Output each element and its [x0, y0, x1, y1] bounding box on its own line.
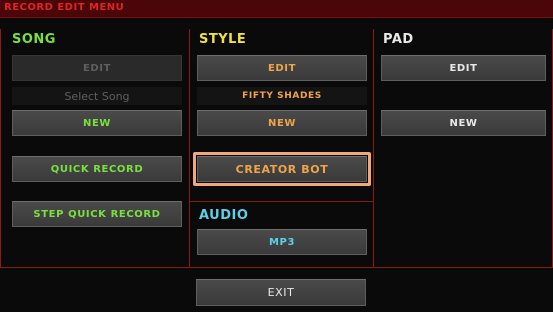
exit-button[interactable]: EXIT	[196, 279, 366, 306]
song-select-field[interactable]: Select Song	[12, 87, 182, 105]
style-edit-button[interactable]: EDIT	[197, 55, 367, 81]
frame-left	[0, 29, 1, 268]
creator-bot-button[interactable]: CREATOR BOT	[197, 156, 367, 182]
audio-header: AUDIO	[199, 208, 249, 223]
pad-header: PAD	[383, 32, 414, 47]
song-header: SONG	[12, 32, 56, 47]
mp3-button[interactable]: MP3	[197, 229, 367, 255]
pad-new-button[interactable]: NEW	[381, 110, 546, 136]
song-edit-button[interactable]: EDIT	[12, 55, 182, 81]
pad-edit-button[interactable]: EDIT	[381, 55, 546, 81]
quick-record-button[interactable]: QUICK RECORD	[12, 156, 182, 182]
bottom-divider	[0, 267, 553, 268]
style-header: STYLE	[199, 32, 247, 47]
window-title: RECORD EDIT MENU	[4, 2, 125, 13]
step-quick-record-button[interactable]: STEP QUICK RECORD	[12, 201, 182, 227]
title-bar: RECORD EDIT MENU	[0, 0, 553, 18]
style-name-field[interactable]: FIFTY SHADES	[197, 87, 367, 105]
style-new-button[interactable]: NEW	[197, 110, 367, 136]
song-new-button[interactable]: NEW	[12, 110, 182, 136]
column-divider-left	[189, 29, 190, 268]
audio-divider	[189, 201, 374, 202]
column-divider-right	[373, 29, 374, 268]
